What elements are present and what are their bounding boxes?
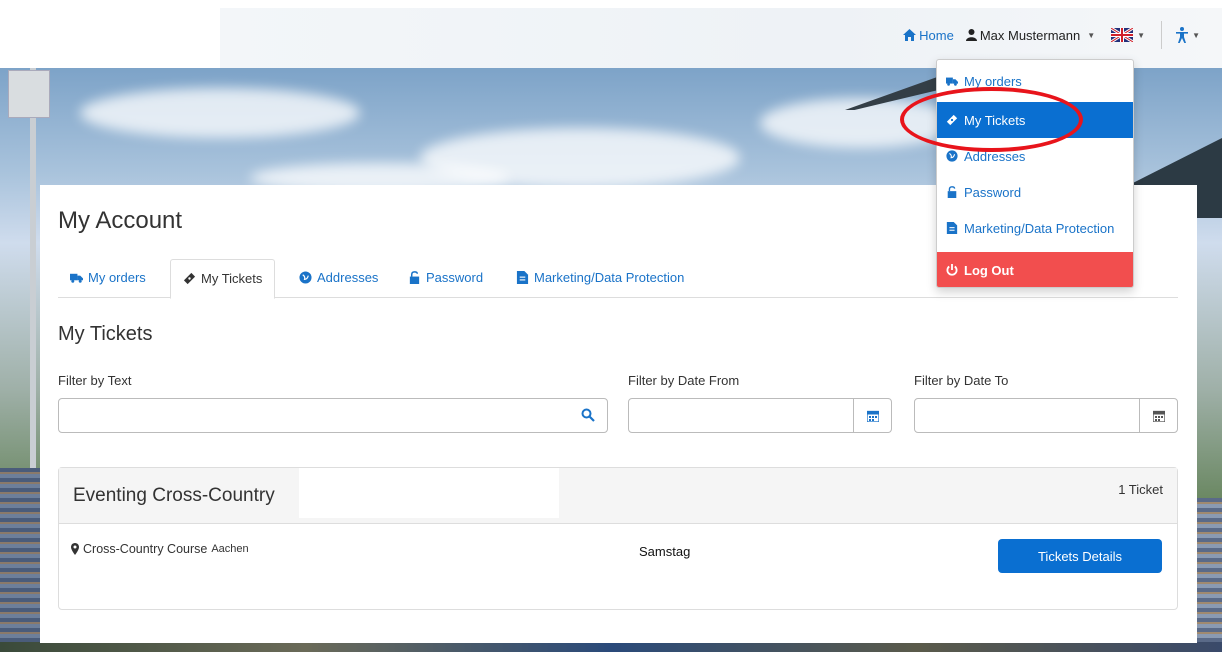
tab-label: My orders xyxy=(88,270,146,285)
venue-city: Aachen xyxy=(211,543,249,555)
navbar-divider xyxy=(1161,21,1163,49)
dropdown-item-label: Log Out xyxy=(964,262,1014,278)
filter-date-from-label: Filter by Date From xyxy=(628,373,740,388)
dropdown-item-label: Addresses xyxy=(964,148,1026,164)
filter-date-to-field xyxy=(914,398,1178,433)
top-navbar: Home Max Mustermann ▼ ▼ ▼ xyxy=(0,0,1222,68)
language-toggle[interactable]: ▼ xyxy=(1101,28,1145,42)
dropdown-item-password[interactable]: Password xyxy=(937,174,1133,210)
ticket-icon xyxy=(946,114,958,126)
user-icon xyxy=(965,29,977,41)
calendar-icon xyxy=(1152,410,1165,422)
dropdown-item-log-out[interactable]: Log Out xyxy=(937,252,1133,287)
user-name: Max Mustermann xyxy=(979,27,1081,43)
calendar-icon xyxy=(866,410,879,422)
filter-text-input[interactable] xyxy=(59,399,607,432)
filter-date-to-input[interactable] xyxy=(915,399,1135,432)
navbar-right: Home Max Mustermann ▼ ▼ ▼ xyxy=(903,21,1200,49)
filter-text-field xyxy=(58,398,608,433)
home-label: Home xyxy=(919,27,954,43)
date-to-calendar-button[interactable] xyxy=(1139,399,1177,432)
page-title: My Account xyxy=(58,207,183,234)
dropdown-item-label: Marketing/Data Protection xyxy=(964,220,1115,236)
document-icon xyxy=(946,222,958,234)
tab-label: My Tickets xyxy=(201,271,263,286)
lock-icon xyxy=(947,186,957,198)
map-marker-icon xyxy=(71,543,79,555)
filter-date-from-field xyxy=(628,398,892,433)
globe-icon xyxy=(299,271,312,284)
dropdown-item-label: My Tickets xyxy=(964,112,1026,128)
user-dropdown-menu: My orders My Tickets Addresses Password … xyxy=(936,59,1134,288)
uk-flag-icon xyxy=(1111,28,1134,42)
tab-my-tickets[interactable]: My Tickets xyxy=(170,259,276,299)
power-icon xyxy=(946,264,958,276)
tab-label: Addresses xyxy=(317,270,379,285)
event-card-body: Cross-Country Course Aachen Samstag Tick… xyxy=(59,524,1177,610)
date-from-calendar-button[interactable] xyxy=(853,399,891,432)
event-day: Samstag xyxy=(639,544,691,559)
home-icon xyxy=(903,29,917,41)
event-card-header: Eventing Cross-Country 1 Ticket xyxy=(59,468,1177,524)
chevron-down-icon: ▼ xyxy=(1137,30,1146,40)
user-menu-toggle[interactable]: Max Mustermann ▼ xyxy=(965,27,1096,43)
filter-text-label: Filter by Text xyxy=(58,373,132,388)
tickets-details-button[interactable]: Tickets Details xyxy=(998,539,1162,573)
accessibility-icon xyxy=(1176,27,1189,43)
tab-my-orders[interactable]: My orders xyxy=(58,259,158,298)
dropdown-item-label: Password xyxy=(964,184,1022,200)
dropdown-item-label: My orders xyxy=(964,73,1022,89)
lock-icon xyxy=(409,271,420,284)
event-venue: Cross-Country Course Aachen xyxy=(71,542,249,556)
ticket-count: 1 Ticket xyxy=(1118,482,1163,497)
chevron-down-icon: ▼ xyxy=(1087,30,1096,40)
event-title: Eventing Cross-Country xyxy=(73,485,275,506)
tab-password[interactable]: Password xyxy=(396,259,495,298)
dropdown-item-marketing-data-protection[interactable]: Marketing/Data Protection xyxy=(937,210,1133,246)
accessibility-toggle[interactable]: ▼ xyxy=(1176,27,1200,43)
filter-date-to-label: Filter by Date To xyxy=(914,373,1009,388)
chevron-down-icon: ▼ xyxy=(1192,30,1200,40)
tab-label: Password xyxy=(426,270,484,285)
dropdown-item-my-orders[interactable]: My orders xyxy=(937,66,1133,96)
document-icon xyxy=(516,271,529,284)
dropdown-item-addresses[interactable]: Addresses xyxy=(937,138,1133,174)
truck-icon xyxy=(946,77,958,86)
venue-name: Cross-Country Course xyxy=(83,542,208,556)
globe-icon xyxy=(946,150,958,162)
filter-date-from-input[interactable] xyxy=(629,399,849,432)
truck-icon xyxy=(70,273,83,283)
ticket-icon xyxy=(183,272,196,285)
tab-marketing-data-protection[interactable]: Marketing/Data Protection xyxy=(504,259,696,298)
redaction-box xyxy=(299,468,559,518)
section-title: My Tickets xyxy=(58,323,153,345)
tab-label: Marketing/Data Protection xyxy=(534,270,685,285)
home-link[interactable]: Home xyxy=(903,28,954,43)
event-card: Eventing Cross-Country 1 Ticket Cross-Co… xyxy=(58,467,1178,610)
search-icon[interactable] xyxy=(581,408,595,422)
dropdown-item-my-tickets[interactable]: My Tickets xyxy=(937,102,1133,138)
tab-addresses[interactable]: Addresses xyxy=(287,259,390,298)
